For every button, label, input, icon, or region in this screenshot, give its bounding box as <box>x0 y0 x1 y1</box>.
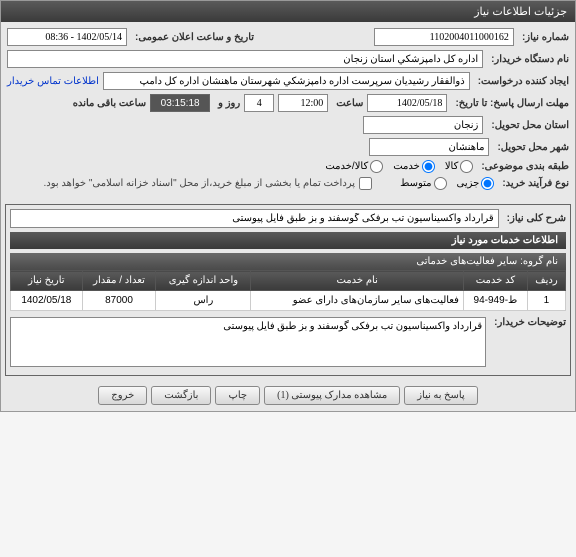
deadline-label: مهلت ارسال پاسخ: تا تاریخ: <box>451 98 569 109</box>
th-name: نام خدمت <box>251 271 464 291</box>
print-button[interactable]: چاپ <box>215 386 260 405</box>
remain-label: ساعت باقی مانده <box>69 98 146 109</box>
services-table: ردیف کد خدمت نام خدمت واحد اندازه گیری ت… <box>10 270 566 311</box>
td-idx: 1 <box>527 291 565 311</box>
detail-section: شرح کلی نیاز: اطلاعات خدمات مورد نیاز نا… <box>5 204 571 376</box>
notes-label: توضیحات خریدار: <box>490 317 566 328</box>
td-unit: راس <box>156 291 251 311</box>
payment-checkbox[interactable] <box>359 177 372 190</box>
announce-field[interactable] <box>7 28 127 46</box>
form-panel: شماره نیاز: تاریخ و ساعت اعلان عمومی: نا… <box>1 22 575 200</box>
back-button[interactable]: بازگشت <box>151 386 211 405</box>
payment-checkbox-row: پرداخت تمام یا بخشی از مبلغ خرید،از محل … <box>43 177 372 190</box>
day-field[interactable] <box>244 94 274 112</box>
td-date: 1402/05/18 <box>11 291 83 311</box>
radio-kala[interactable] <box>460 160 473 173</box>
table-row[interactable]: 1 ط-949-94 فعالیت‌های سایر سازمان‌های دا… <box>11 291 566 311</box>
requester-field[interactable] <box>103 72 470 90</box>
main-window: جزئیات اطلاعات نیاز شماره نیاز: تاریخ و … <box>0 0 576 412</box>
sharh-label: شرح کلی نیاز: <box>503 213 566 224</box>
window-title: جزئیات اطلاعات نیاز <box>474 6 567 18</box>
contact-link[interactable]: اطلاعات تماس خریدار <box>7 76 99 87</box>
window-title-bar: جزئیات اطلاعات نیاز <box>1 1 575 22</box>
need-number-field[interactable] <box>374 28 514 46</box>
need-number-label: شماره نیاز: <box>518 32 569 43</box>
radio-motevaset[interactable] <box>434 177 447 190</box>
remain-time-field <box>150 94 210 112</box>
radio-khadmat-label[interactable]: خدمت <box>393 160 435 173</box>
button-bar: پاسخ به نیاز مشاهده مدارک پیوستی (1) چاپ… <box>1 380 575 411</box>
th-qty: تعداد / مقدار <box>82 271 156 291</box>
announce-label: تاریخ و ساعت اعلان عمومی: <box>131 32 254 43</box>
respond-button[interactable]: پاسخ به نیاز <box>404 386 478 405</box>
deadline-date-field[interactable] <box>367 94 447 112</box>
attachments-button[interactable]: مشاهده مدارک پیوستی (1) <box>264 386 400 405</box>
th-date: تاریخ نیاز <box>11 271 83 291</box>
buyer-field[interactable] <box>7 50 483 68</box>
radio-kala-label[interactable]: کالا <box>445 160 474 173</box>
group-label: نام گروه: <box>520 256 558 267</box>
deadline-time-field[interactable] <box>278 94 328 112</box>
process-label: نوع فرآیند خرید: <box>498 178 569 189</box>
city-label: شهر محل تحویل: <box>493 142 569 153</box>
group-bar: نام گروه: سایر فعالیت‌های خدماتی <box>10 253 566 270</box>
province-label: استان محل تحویل: <box>487 120 569 131</box>
td-code: ط-949-94 <box>463 291 527 311</box>
category-radio-group: کالا خدمت کالا/خدمت <box>325 160 473 173</box>
td-name: فعالیت‌های سایر سازمان‌های دارای عضو <box>251 291 464 311</box>
radio-khadmat[interactable] <box>422 160 435 173</box>
province-field[interactable] <box>363 116 483 134</box>
radio-jozei[interactable] <box>481 177 494 190</box>
payment-checkbox-text: پرداخت تمام یا بخشی از مبلغ خرید،از محل … <box>43 178 355 189</box>
services-header: اطلاعات خدمات مورد نیاز <box>10 232 566 249</box>
time-label: ساعت <box>332 98 363 109</box>
group-value: سایر فعالیت‌های خدماتی <box>416 256 517 267</box>
th-unit: واحد اندازه گیری <box>156 271 251 291</box>
sharh-field[interactable] <box>10 209 499 228</box>
radio-motevaset-label[interactable]: متوسط <box>400 177 446 190</box>
th-code: کد خدمت <box>463 271 527 291</box>
notes-textarea[interactable] <box>10 317 486 367</box>
city-field[interactable] <box>369 138 489 156</box>
category-label: طبقه بندی موضوعی: <box>477 161 569 172</box>
radio-jozei-label[interactable]: جزیی <box>457 177 495 190</box>
radio-kala-khadmat[interactable] <box>370 160 383 173</box>
process-radio-group: جزیی متوسط <box>400 177 494 190</box>
exit-button[interactable]: خروج <box>98 386 147 405</box>
td-qty: 87000 <box>82 291 156 311</box>
buyer-label: نام دستگاه خریدار: <box>487 54 569 65</box>
requester-label: ایجاد کننده درخواست: <box>474 76 569 87</box>
day-label: روز و <box>214 98 240 109</box>
radio-kala-khadmat-label[interactable]: کالا/خدمت <box>325 160 383 173</box>
th-idx: ردیف <box>527 271 565 291</box>
table-header-row: ردیف کد خدمت نام خدمت واحد اندازه گیری ت… <box>11 271 566 291</box>
